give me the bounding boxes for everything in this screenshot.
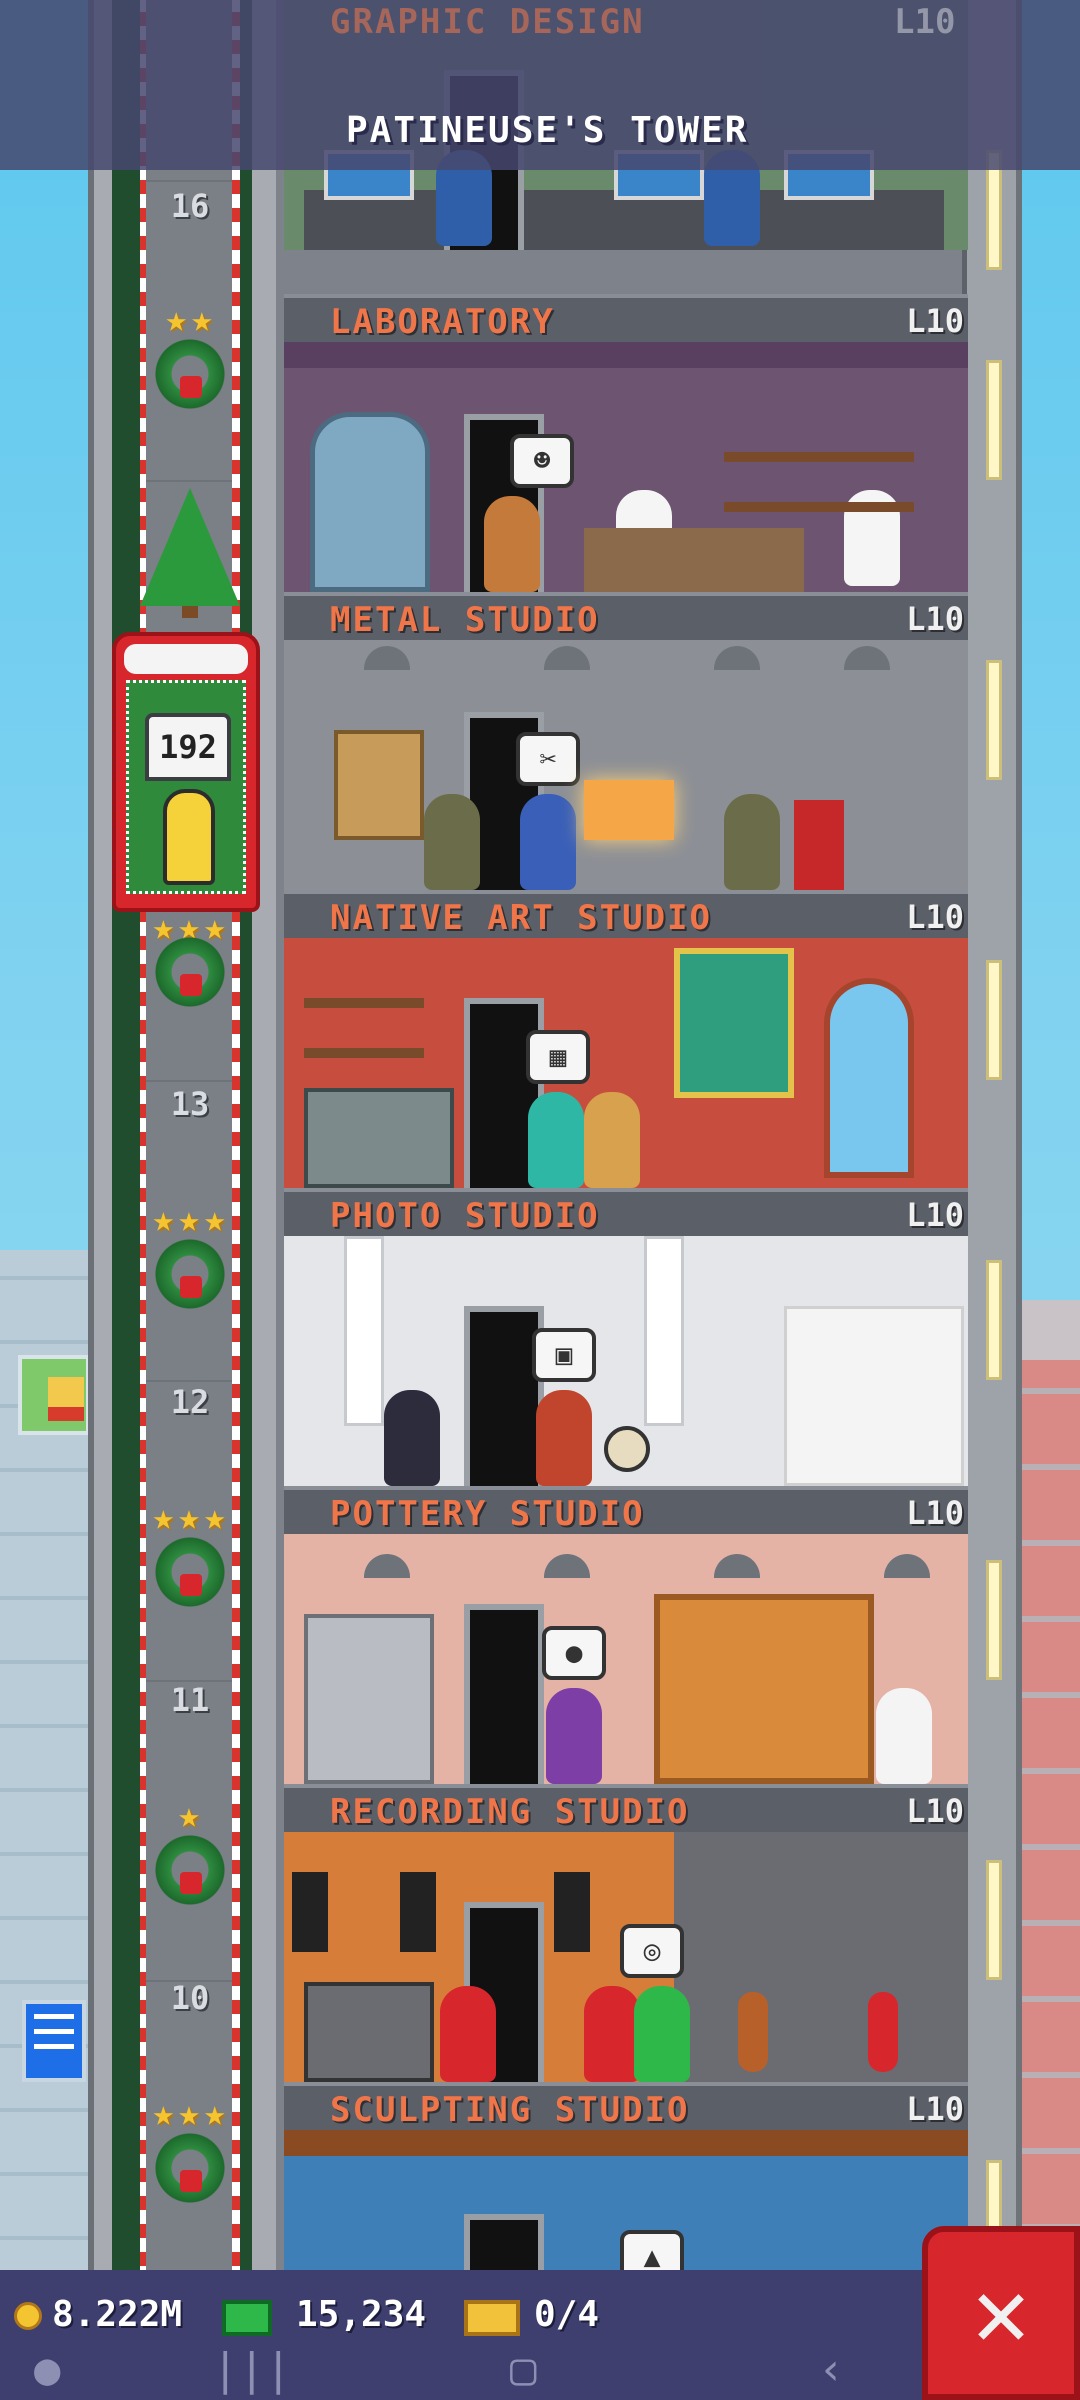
thought-bubble: ● <box>542 1626 606 1680</box>
floor-metal-studio[interactable]: ✂ NATIVE ART STUDIO L10 <box>284 640 968 938</box>
floor-laboratory[interactable]: ☻ METAL STUDIO L10 <box>284 342 968 640</box>
floor-name: PHOTO STUDIO <box>330 1196 600 1236</box>
fries-billboard <box>18 1355 90 1435</box>
bux-count: 15,234 <box>296 2294 427 2335</box>
shaft-floor-number: 10 <box>170 1979 210 2017</box>
coin-count: 8.222M <box>52 2294 183 2335</box>
floor-name: SCULPTING STUDIO <box>330 2090 690 2130</box>
floor-level: L10 <box>906 898 964 936</box>
coin-icon <box>14 2302 42 2330</box>
string-lights-right <box>232 0 240 2280</box>
wreath-icon <box>152 2130 228 2206</box>
star-rating-icon: ★★★ <box>152 2093 230 2134</box>
star-rating-icon: ★★ <box>165 299 217 340</box>
floor-level: L10 <box>906 1792 964 1830</box>
partial-floor-name: GRAPHIC DESIGN <box>330 2 645 42</box>
shaft-floor-number: 13 <box>170 1085 210 1123</box>
shaft-floor-number: 16 <box>170 187 210 225</box>
star-rating-icon: ★★★ <box>152 1497 230 1538</box>
floor-photo-studio[interactable]: ▣ POTTERY STUDIO L10 <box>284 1236 968 1534</box>
back-icon[interactable]: ‹ <box>818 2342 845 2398</box>
thought-bubble: ☻ <box>510 434 574 488</box>
floor-level: L10 <box>906 1196 964 1234</box>
star-rating-icon: ★★★ <box>152 1199 230 1240</box>
partial-floor-level: L10 <box>894 2 956 42</box>
floor-recording-studio[interactable]: ◎ SCULPTING STUDIO L10 <box>284 1832 968 2130</box>
recents-icon[interactable]: ||| <box>212 2342 291 2398</box>
floor-name: NATIVE ART STUDIO <box>330 898 712 938</box>
gamepad-icon[interactable]: ● <box>34 2342 61 2398</box>
christmas-tree-icon <box>140 488 240 618</box>
floor-name: RECORDING STUDIO <box>330 1792 690 1832</box>
thought-bubble: ◎ <box>620 1924 684 1978</box>
wreath-icon <box>152 1236 228 1312</box>
floor-name: POTTERY STUDIO <box>330 1494 645 1534</box>
game-scene: 16 13 12 11 10 ★★ ★★★ ★★★ ★★★ ★ ★★★ 192 <box>0 0 1080 2400</box>
floor-pottery-studio[interactable]: ● RECORDING STUDIO L10 <box>284 1534 968 1832</box>
shaft-floor-number: 11 <box>170 1681 210 1719</box>
thought-bubble: ▣ <box>532 1328 596 1382</box>
floor-level: L10 <box>906 600 964 638</box>
wreath-icon <box>152 1832 228 1908</box>
wreath-icon <box>152 934 228 1010</box>
elevator-car[interactable]: 192 <box>112 632 260 912</box>
bux-icon <box>222 2300 272 2336</box>
star-rating-icon: ★ <box>178 1795 204 1836</box>
thought-bubble: ▦ <box>526 1030 590 1084</box>
close-icon[interactable]: ✕ <box>922 2226 1080 2400</box>
elevator-floor-sign: 192 <box>145 713 231 781</box>
floor-name: LABORATORY <box>330 302 555 342</box>
header-overlay: GRAPHIC DESIGN L10 PATINEUSE'S TOWER <box>0 0 1080 170</box>
background-building-right <box>1018 1300 1080 2300</box>
floor-level: L10 <box>906 1494 964 1532</box>
status-bar <box>0 2270 1080 2400</box>
shaft-floor-number: 12 <box>170 1383 210 1421</box>
ticket-icon <box>464 2300 520 2336</box>
floor-name: METAL STUDIO <box>330 600 600 640</box>
ticket-count: 0/4 <box>534 2294 600 2335</box>
blue-sign <box>22 2000 86 2082</box>
floor-native-art-studio[interactable]: ▦ PHOTO STUDIO L10 <box>284 938 968 1236</box>
tower-title: PATINEUSE'S TOWER <box>346 110 749 151</box>
floor-level: L10 <box>906 302 964 340</box>
wreath-icon <box>152 336 228 412</box>
thought-bubble: ✂ <box>516 732 580 786</box>
elevator-rider[interactable] <box>163 789 215 885</box>
floor-level: L10 <box>906 2090 964 2128</box>
home-icon[interactable]: ▢ <box>510 2342 537 2398</box>
wreath-icon <box>152 1534 228 1610</box>
